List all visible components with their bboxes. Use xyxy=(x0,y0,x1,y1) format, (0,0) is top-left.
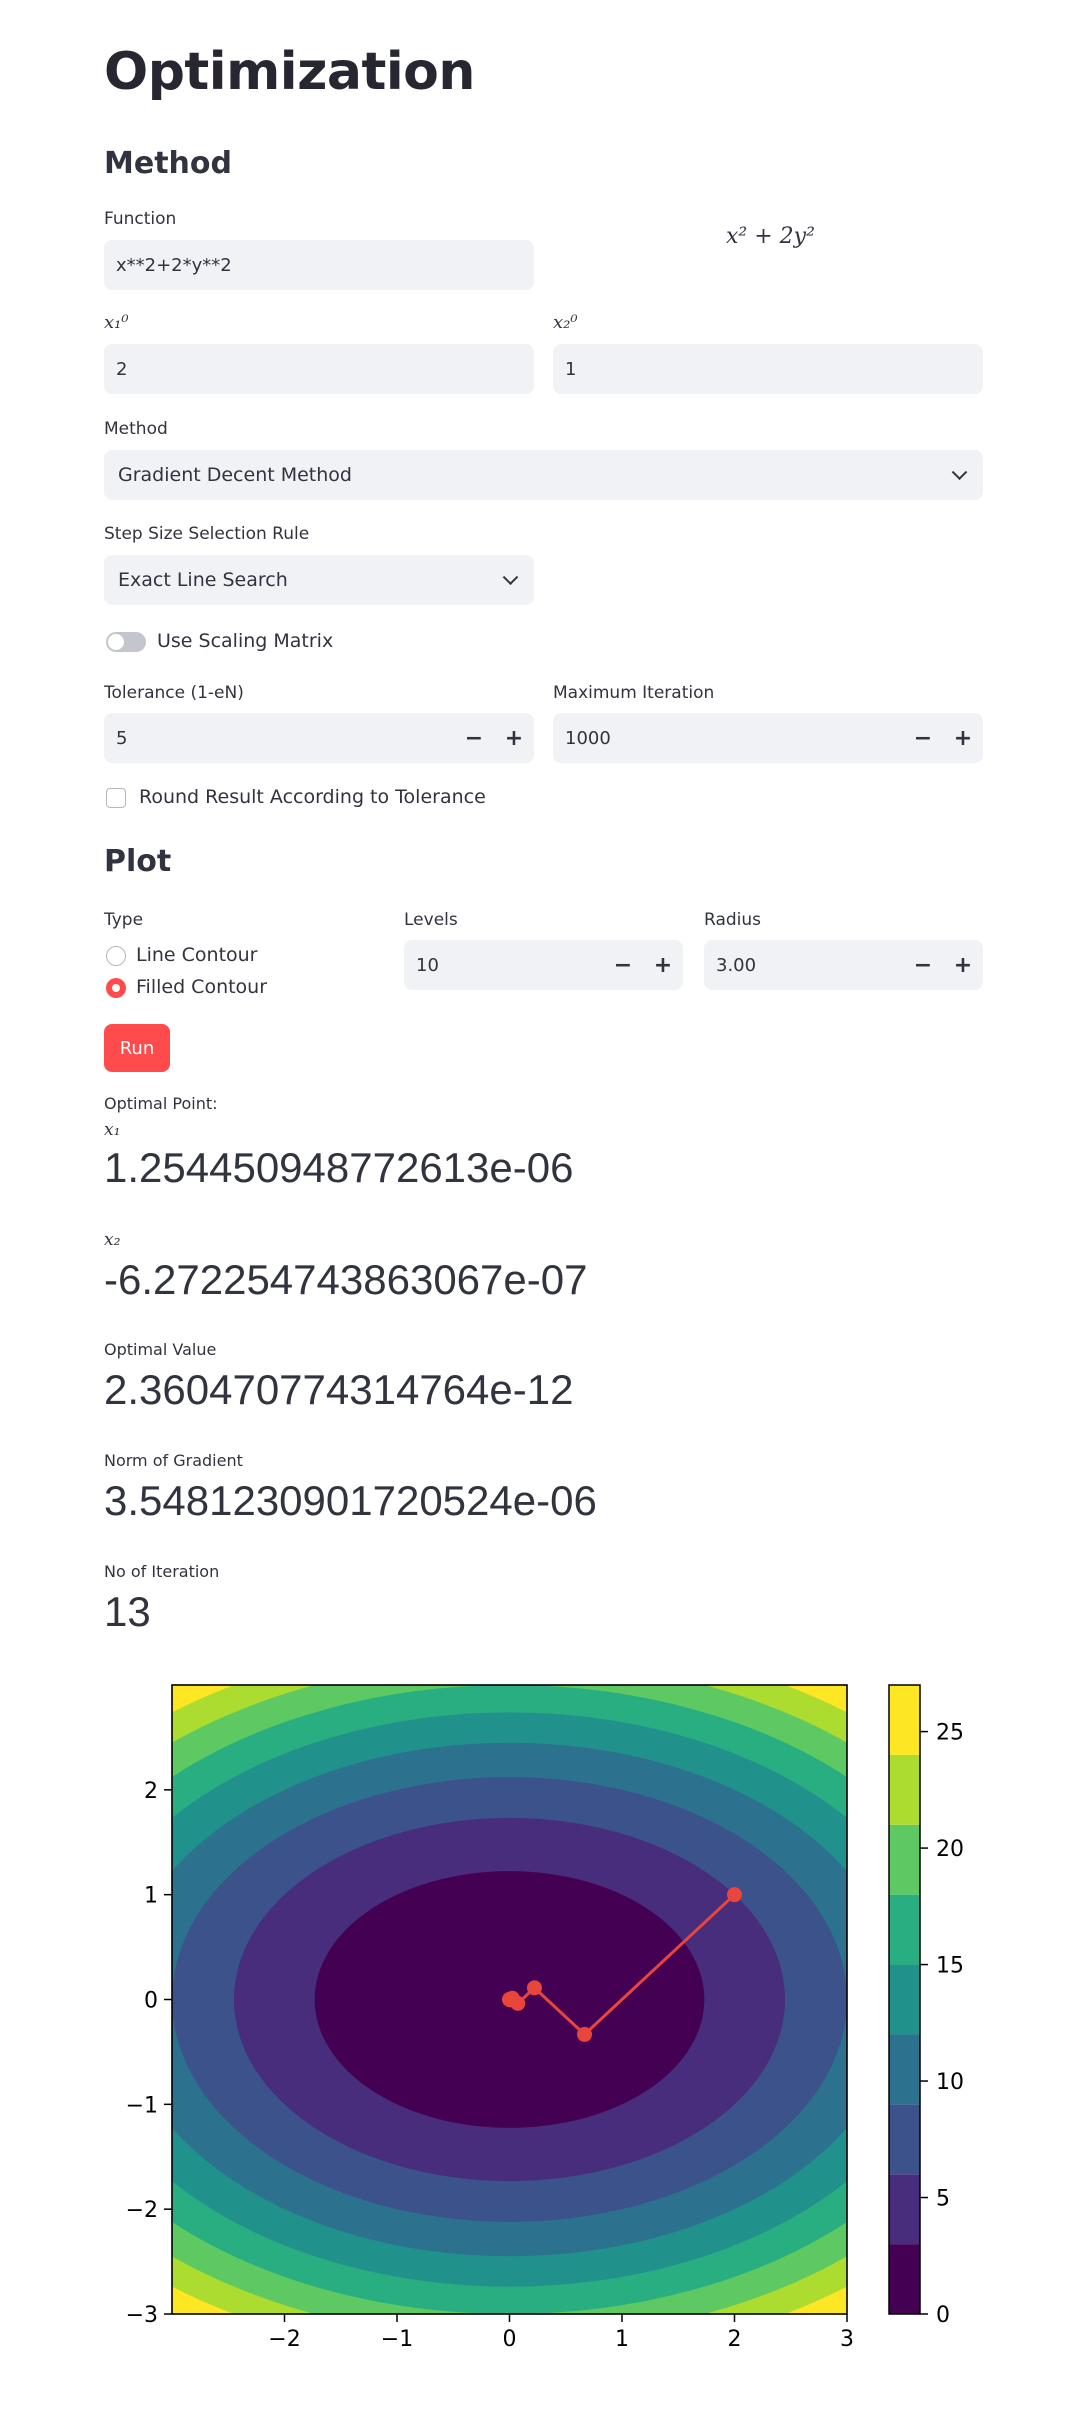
y-tick-label: 1 xyxy=(144,1884,158,1909)
y-tick-label: 0 xyxy=(144,1989,158,2014)
x2-result-label: x₂ xyxy=(104,1230,121,1250)
radius-increment-button[interactable]: + xyxy=(943,940,983,990)
method-select-label: Method xyxy=(104,419,168,439)
x-tick-label: −1 xyxy=(381,2327,413,2352)
radius-decrement-button[interactable]: − xyxy=(903,940,943,990)
optimal-point-label: Optimal Point: xyxy=(104,1094,218,1113)
colorbar-segment xyxy=(889,2104,920,2175)
radio-filled-contour[interactable] xyxy=(106,978,126,998)
radio-line-contour[interactable] xyxy=(106,946,126,966)
function-input[interactable]: x**2+2*y**2 xyxy=(104,240,534,290)
optimal-value: 2.360470774314764e-12 xyxy=(104,1366,574,1413)
x-tick-label: 2 xyxy=(728,2327,742,2352)
x1-initial-input[interactable]: 2 xyxy=(104,344,534,394)
step-rule-value: Exact Line Search xyxy=(118,569,288,591)
y-tick-label: −1 xyxy=(126,2093,158,2118)
contour-chart: −2 −1 0 1 2 3 −3 −2 −1 0 1 2 0 5 10 15 20 25 xyxy=(126,1684,964,2352)
radius-input[interactable]: 3.00 − + xyxy=(704,940,983,990)
function-label: Function xyxy=(104,209,177,229)
optimal-value-label: Optimal Value xyxy=(104,1340,217,1359)
max-iteration-decrement-button[interactable]: − xyxy=(903,713,943,763)
x-tick-label: 3 xyxy=(840,2327,854,2352)
x2-result-value: -6.272254743863067e-07 xyxy=(104,1256,588,1303)
plot-type-label: Type xyxy=(104,910,144,930)
x2-initial-input[interactable]: 1 xyxy=(553,344,983,394)
colorbar-segment xyxy=(889,1894,920,1965)
x-tick-label: 1 xyxy=(615,2327,629,2352)
y-tick-label: −2 xyxy=(126,2198,158,2223)
colorbar-segment xyxy=(889,2174,920,2245)
iterations-value: 13 xyxy=(104,1588,151,1635)
tolerance-decrement-button[interactable]: − xyxy=(454,713,494,763)
tolerance-value: 5 xyxy=(116,727,128,749)
colorbar-segment xyxy=(889,1824,920,1895)
plot-heading: Plot xyxy=(104,844,172,879)
x-tick-label: 0 xyxy=(503,2327,517,2352)
scaling-matrix-toggle[interactable] xyxy=(106,632,146,652)
round-result-label: Round Result According to Tolerance xyxy=(139,786,486,808)
step-rule-label: Step Size Selection Rule xyxy=(104,524,310,544)
path-point xyxy=(577,2026,593,2042)
colorbar-segment xyxy=(889,1964,920,2035)
round-result-checkbox[interactable] xyxy=(106,788,126,808)
max-iteration-increment-button[interactable]: + xyxy=(943,713,983,763)
chevron-down-icon xyxy=(951,464,968,481)
method-select[interactable]: Gradient Decent Method xyxy=(104,450,983,500)
scaling-matrix-label: Use Scaling Matrix xyxy=(157,630,334,652)
colorbar-tick-label: 15 xyxy=(936,1954,964,1979)
levels-decrement-button[interactable]: − xyxy=(603,940,643,990)
x2-initial-label: x₂⁰ xyxy=(553,312,578,333)
colorbar-segment xyxy=(889,2034,920,2105)
path-point xyxy=(502,1992,517,2007)
gradient-norm-label: Norm of Gradient xyxy=(104,1451,243,1470)
run-button[interactable]: Run xyxy=(104,1024,170,1072)
page-title: Optimization xyxy=(104,42,475,102)
colorbar-segment xyxy=(889,1685,920,1755)
radio-filled-contour-label: Filled Contour xyxy=(136,976,268,998)
y-tick-label: 2 xyxy=(144,1779,158,1804)
method-heading: Method xyxy=(104,146,232,181)
toggle-knob xyxy=(108,634,124,650)
iterations-label: No of Iteration xyxy=(104,1562,220,1581)
max-iteration-label: Maximum Iteration xyxy=(553,683,715,703)
tolerance-label: Tolerance (1-eN) xyxy=(104,683,244,703)
gradient-norm-value: 3.5481230901720524e-06 xyxy=(104,1477,597,1524)
radius-label: Radius xyxy=(704,910,762,930)
step-rule-select[interactable]: Exact Line Search xyxy=(104,555,534,605)
colorbar-segment xyxy=(889,2244,920,2314)
x1-initial-label: x₁⁰ xyxy=(104,312,129,333)
radio-line-contour-label: Line Contour xyxy=(136,944,258,966)
levels-label: Levels xyxy=(404,910,458,930)
function-latex: x² + 2y² xyxy=(726,224,815,249)
max-iteration-value: 1000 xyxy=(565,727,611,749)
x2-initial-value: 1 xyxy=(565,358,577,380)
colorbar-tick-label: 5 xyxy=(936,2187,950,2212)
path-point xyxy=(727,1887,742,1903)
y-tick-label: −3 xyxy=(126,2303,158,2328)
x1-initial-value: 2 xyxy=(116,358,128,380)
colorbar: 0 5 10 15 20 25 xyxy=(888,1684,964,2328)
chevron-down-icon xyxy=(502,569,519,586)
method-select-value: Gradient Decent Method xyxy=(118,464,352,486)
max-iteration-input[interactable]: 1000 − + xyxy=(553,713,983,763)
colorbar-tick-label: 0 xyxy=(936,2303,950,2328)
colorbar-tick-label: 10 xyxy=(936,2070,964,2095)
radius-value: 3.00 xyxy=(716,954,757,976)
colorbar-tick-label: 20 xyxy=(936,1837,964,1862)
x1-result-label: x₁ xyxy=(104,1120,121,1140)
function-input-value: x**2+2*y**2 xyxy=(116,254,232,276)
levels-input[interactable]: 10 − + xyxy=(404,940,683,990)
colorbar-tick-label: 25 xyxy=(936,1721,964,1746)
path-point xyxy=(526,1980,542,1996)
tolerance-input[interactable]: 5 − + xyxy=(104,713,534,763)
levels-value: 10 xyxy=(416,954,439,976)
x1-result-value: 1.254450948772613e-06 xyxy=(104,1144,574,1191)
levels-increment-button[interactable]: + xyxy=(643,940,683,990)
x-tick-label: −2 xyxy=(268,2327,300,2352)
tolerance-increment-button[interactable]: + xyxy=(494,713,534,763)
colorbar-segment xyxy=(889,1754,920,1825)
